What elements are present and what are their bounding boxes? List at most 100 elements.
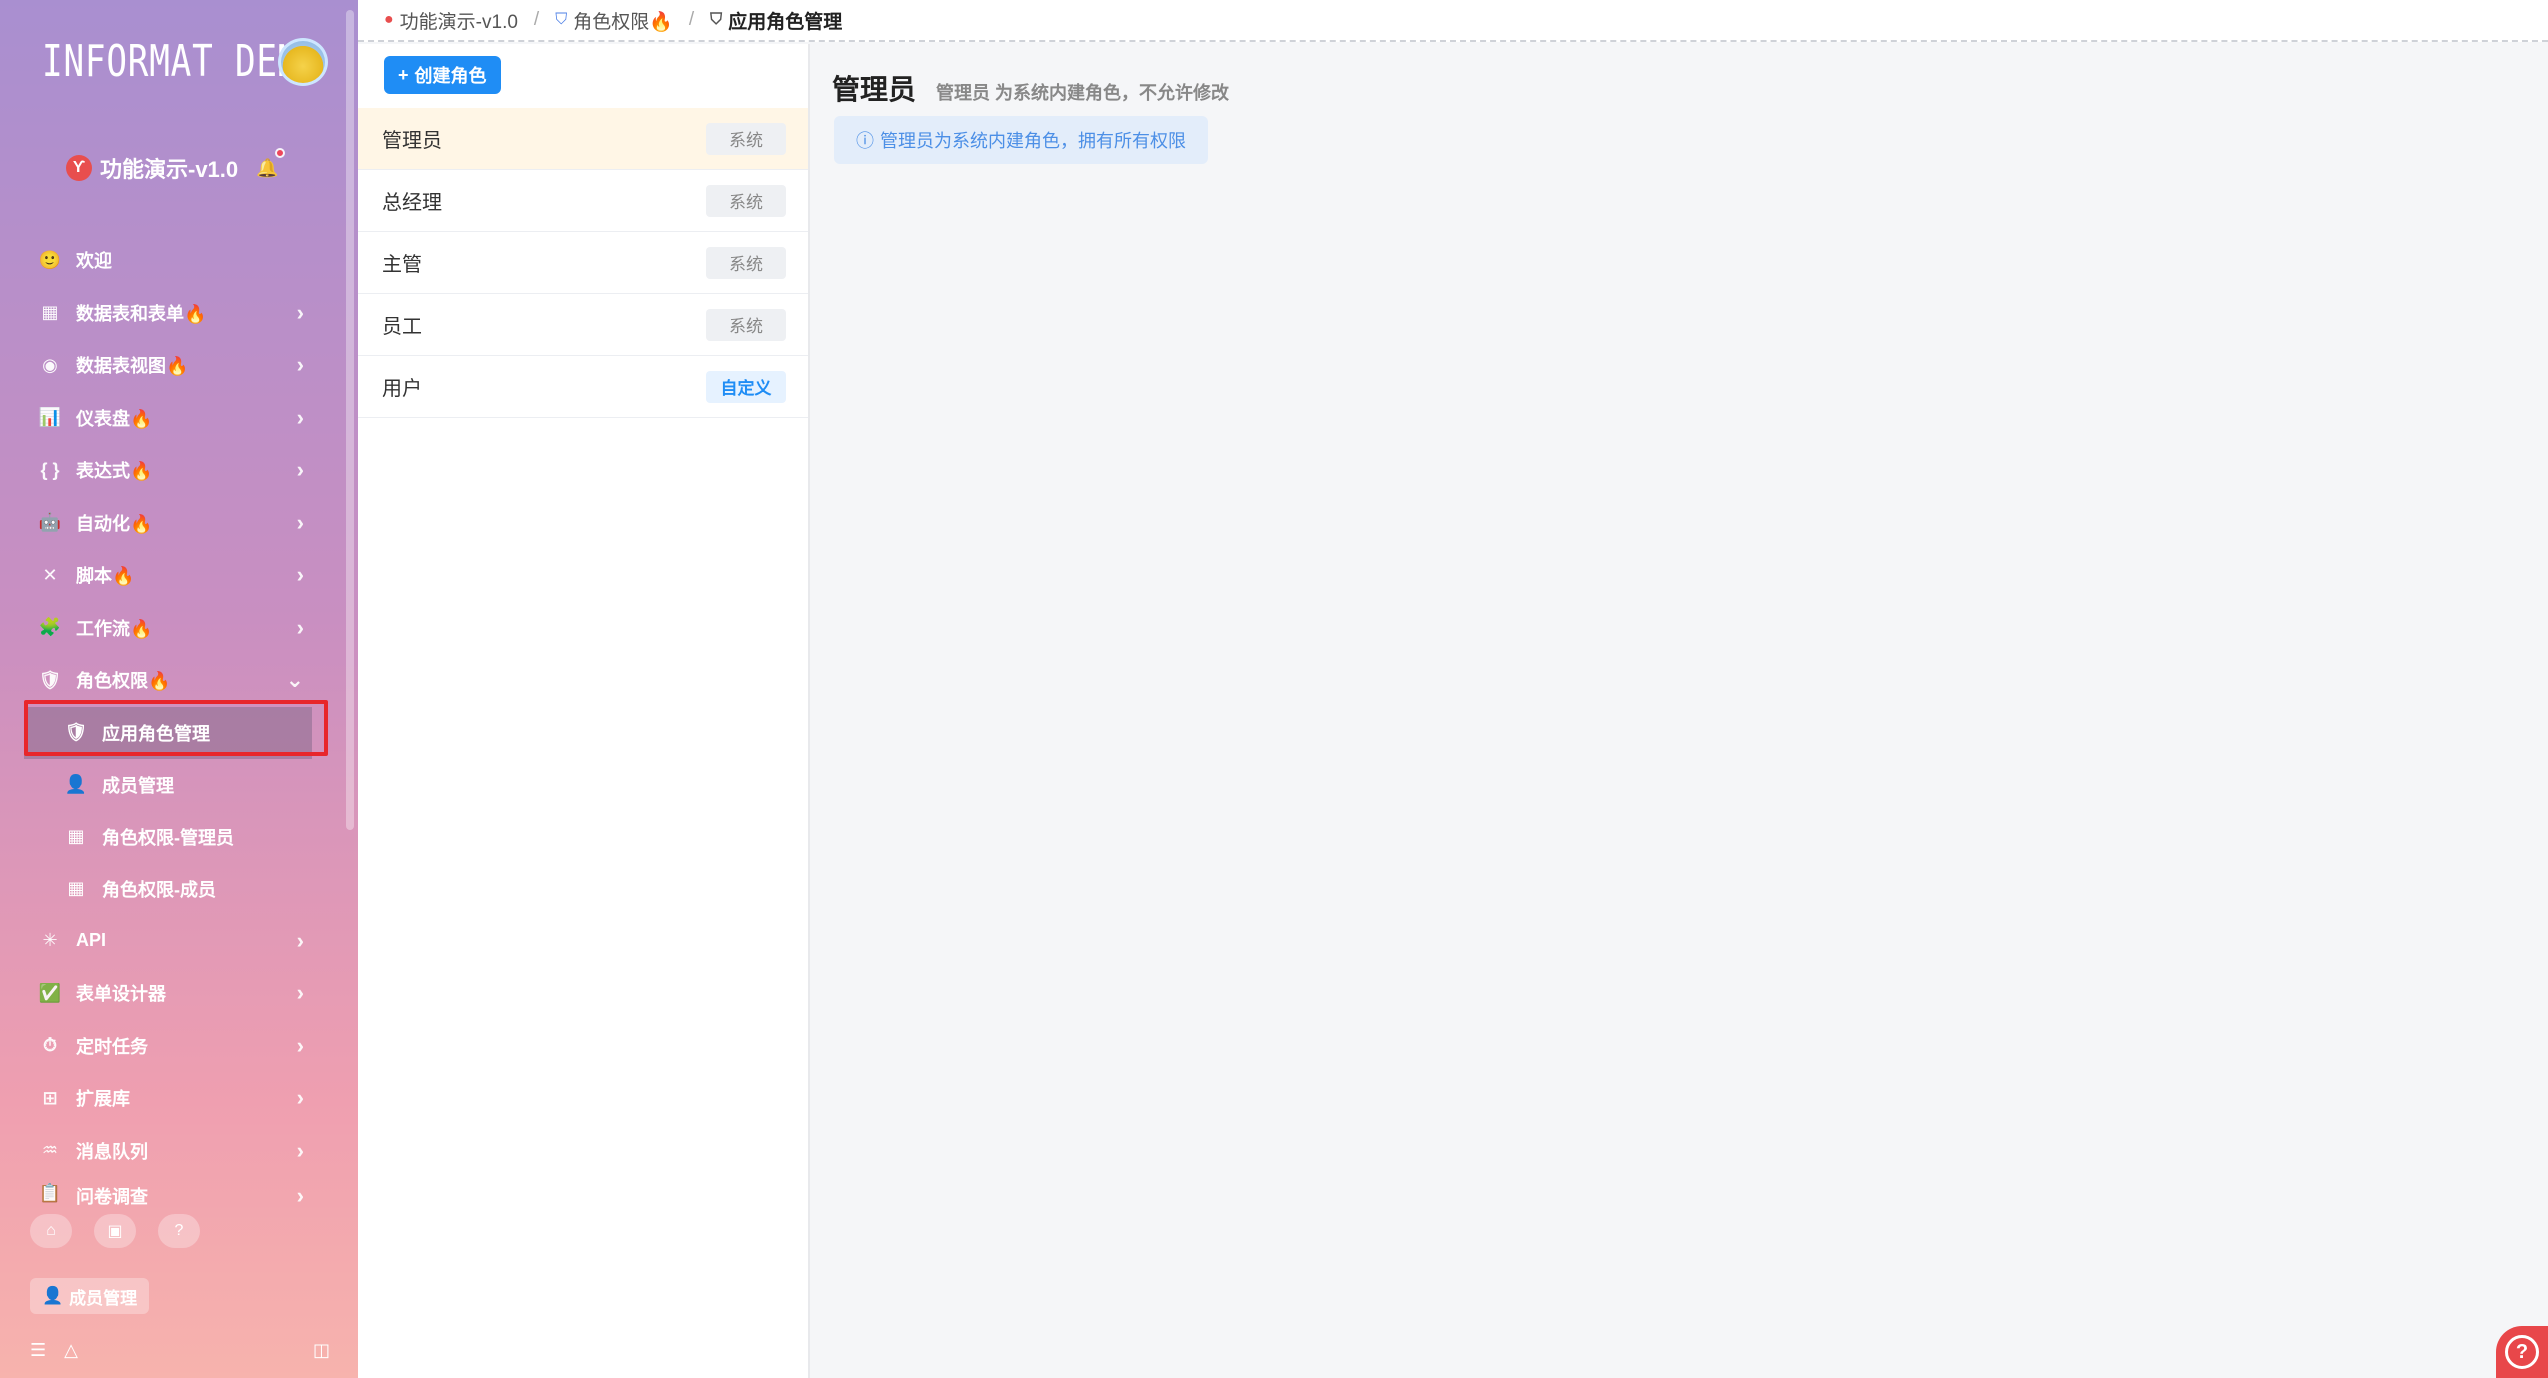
breadcrumb-item-app[interactable]: ● 功能演示-v1.0 <box>384 7 518 34</box>
role-row-admin[interactable]: 管理员 系统 <box>358 108 808 170</box>
chart-icon: 📊 <box>38 407 62 428</box>
book-icon[interactable]: ▣ <box>94 1214 136 1248</box>
sidebar-item-label: 成员管理 <box>102 775 174 796</box>
role-row-employee[interactable]: 员工 系统 <box>358 294 808 356</box>
sidebar-item-label: 定时任务 <box>76 1036 148 1057</box>
chevron-right-icon: › <box>296 299 304 325</box>
create-role-button[interactable]: + 创建角色 <box>384 56 501 94</box>
member-management-button[interactable]: 👤 成员管理 <box>30 1278 150 1314</box>
chevron-right-icon: › <box>296 980 304 1006</box>
sidebar-item-welcome[interactable]: 🙂 欢迎 <box>0 234 340 287</box>
sidebar: INFORMAT DEMO ϒ 功能演示-v1.0 🔔 🙂 欢迎 ▦ 数据表和表… <box>0 0 358 1378</box>
plus-icon: + <box>398 64 409 85</box>
sidebar-subitem-role-permission-member[interactable]: ▦ 角色权限-成员 <box>0 863 340 915</box>
sidebar-footer: ☰ △ ◫ <box>30 1340 330 1361</box>
info-icon: ⓘ <box>856 131 874 151</box>
detail-subtitle: 管理员 为系统内建角色，不允许修改 <box>936 83 1230 103</box>
script-icon: ✕ <box>42 564 58 585</box>
queue-icon: ♒ <box>41 1140 59 1161</box>
warning-icon[interactable]: △ <box>64 1340 78 1361</box>
breadcrumb-label: 应用角色管理 <box>728 11 843 33</box>
sidebar-item-label: 角色权限-管理员 <box>102 827 234 848</box>
shield-icon: 🛡 <box>38 669 62 690</box>
sidebar-item-label: 数据表视图🔥 <box>76 356 189 377</box>
role-row-supervisor[interactable]: 主管 系统 <box>358 232 808 294</box>
sidebar-item-workflow[interactable]: 🧩 工作流🔥 › <box>0 602 340 655</box>
bell-icon[interactable]: 🔔 <box>256 147 285 179</box>
detail-header: 管理员 管理员 为系统内建角色，不允许修改 <box>832 68 1229 108</box>
table-icon: ▦ <box>67 878 85 898</box>
sidebar-item-expressions[interactable]: { } 表达式🔥 › <box>0 444 340 497</box>
sidebar-item-label: 消息队列 <box>76 1141 148 1162</box>
role-list: 管理员 系统 总经理 系统 主管 系统 员工 系统 用户 自定义 <box>358 108 808 418</box>
sidebar-menu: 🙂 欢迎 ▦ 数据表和表单🔥 › ◉ 数据表视图🔥 › 📊 仪表盘🔥 › { }… <box>0 234 340 1207</box>
shield-icon: ⛉ <box>710 11 723 28</box>
table-icon: ▦ <box>67 826 85 846</box>
role-tag: 系统 <box>706 122 786 155</box>
sidebar-item-label: 仪表盘🔥 <box>76 408 153 429</box>
role-detail: 管理员 管理员 为系统内建角色，不允许修改 ⓘ 管理员为系统内建角色，拥有所有权… <box>812 44 2548 1378</box>
sidebar-item-tables-forms[interactable]: ▦ 数据表和表单🔥 › <box>0 287 340 340</box>
sidebar-item-label: 表达式🔥 <box>76 461 153 482</box>
sidebar-item-role-permissions[interactable]: 🛡 角色权限🔥 ⌄ <box>0 654 340 707</box>
chevron-right-icon: › <box>296 1085 304 1111</box>
sidebar-item-automation[interactable]: 🤖 自动化🔥 › <box>0 497 340 550</box>
sidebar-item-label: 应用角色管理 <box>102 723 210 744</box>
member-button-label: 成员管理 <box>69 1288 138 1308</box>
sidebar-item-table-views[interactable]: ◉ 数据表视图🔥 › <box>0 339 340 392</box>
breadcrumb-separator: / <box>688 9 695 30</box>
clipboard-icon: 📋 <box>38 1183 62 1203</box>
api-icon: ✳ <box>42 930 58 951</box>
chevron-right-icon: › <box>296 1183 304 1207</box>
role-name: 用户 <box>382 378 422 400</box>
sidebar-subitem-app-role-management[interactable]: 🛡 应用角色管理 <box>24 706 312 759</box>
chevron-right-icon: › <box>296 1137 304 1163</box>
app-logo-icon: ϒ <box>66 155 92 181</box>
role-name: 管理员 <box>382 130 442 152</box>
breadcrumb-separator: / <box>533 9 540 30</box>
sidebar-item-message-queue[interactable]: ♒ 消息队列 › <box>0 1125 340 1178</box>
robot-icon: 🤖 <box>38 512 62 533</box>
sidebar-item-api[interactable]: ✳ API › <box>0 915 340 968</box>
sidebar-scrollbar[interactable] <box>346 10 354 830</box>
sidebar-item-label: 角色权限🔥 <box>76 671 171 692</box>
home-icon[interactable]: ⌂ <box>30 1214 72 1248</box>
sidebar-subitem-role-permission-admin[interactable]: ▦ 角色权限-管理员 <box>0 811 340 863</box>
shield-icon: ⛉ <box>555 11 568 28</box>
app-name: 功能演示-v1.0 <box>100 157 239 182</box>
chevron-down-icon: ⌄ <box>285 667 304 693</box>
menu-icon[interactable]: ☰ <box>30 1340 46 1361</box>
sidebar-item-dashboard[interactable]: 📊 仪表盘🔥 › <box>0 392 340 445</box>
role-row-user[interactable]: 用户 自定义 <box>358 356 808 418</box>
info-alert-text: 管理员为系统内建角色，拥有所有权限 <box>880 131 1186 151</box>
check-icon: ✅ <box>38 982 62 1003</box>
chevron-right-icon: › <box>296 614 304 640</box>
role-tag: 自定义 <box>706 370 786 403</box>
sidebar-item-scheduled-tasks[interactable]: ⏱ 定时任务 › <box>0 1020 340 1073</box>
help-icon[interactable]: ? <box>158 1214 200 1248</box>
role-tag: 系统 <box>706 184 786 217</box>
breadcrumb-item-role-permissions[interactable]: ⛉ 角色权限🔥 <box>555 7 673 34</box>
role-name: 员工 <box>382 316 422 338</box>
sidebar-bottom-icons: ⌂ ▣ ? <box>30 1214 200 1248</box>
role-row-general-manager[interactable]: 总经理 系统 <box>358 170 808 232</box>
workflow-icon: 🧩 <box>38 617 62 638</box>
sidebar-item-survey[interactable]: 📋 问卷调查 › <box>0 1177 340 1207</box>
logo-badge-icon <box>278 38 328 86</box>
sidebar-item-form-designer[interactable]: ✅ 表单设计器 › <box>0 967 340 1020</box>
sidebar-item-label: 欢迎 <box>76 251 112 272</box>
sidebar-subitem-member-management[interactable]: 👤 成员管理 <box>0 759 340 811</box>
role-list-panel: + 创建角色 管理员 系统 总经理 系统 主管 系统 员工 系统 用户 自定义 <box>358 44 810 1378</box>
app-switcher[interactable]: ϒ 功能演示-v1.0 🔔 <box>66 147 285 184</box>
help-button[interactable]: ? <box>2496 1326 2548 1378</box>
braces-icon: { } <box>40 459 60 480</box>
sidebar-item-extensions[interactable]: ⊞ 扩展库 › <box>0 1072 340 1125</box>
chevron-right-icon: › <box>296 927 304 953</box>
extension-icon: ⊞ <box>42 1087 58 1108</box>
sidebar-item-scripts[interactable]: ✕ 脚本🔥 › <box>0 549 340 602</box>
smile-icon: 🙂 <box>38 249 62 270</box>
sidebar-item-label: 脚本🔥 <box>76 566 135 587</box>
chevron-right-icon: › <box>296 404 304 430</box>
breadcrumb-label: 功能演示-v1.0 <box>399 11 518 33</box>
collapse-sidebar-icon[interactable]: ◫ <box>313 1340 330 1361</box>
